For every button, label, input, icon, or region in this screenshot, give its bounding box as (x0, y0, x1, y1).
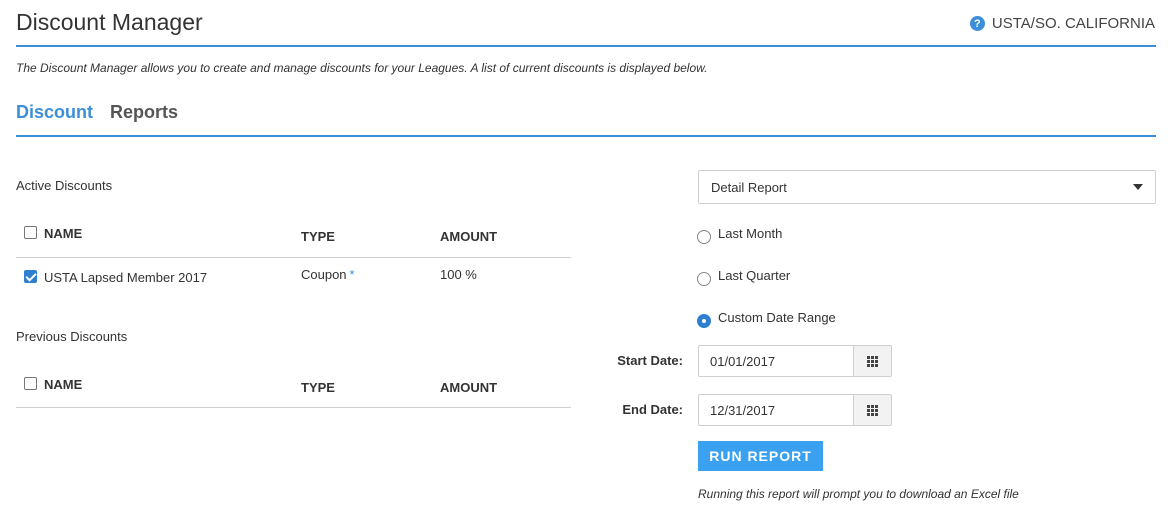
radio-selected-icon[interactable] (697, 313, 711, 328)
radio-circle-icon[interactable] (697, 229, 711, 244)
radio-custom-date-range-label: Custom Date Range (718, 310, 836, 325)
radio-last-month[interactable]: Last Month (697, 226, 783, 244)
active-col-type: TYPE (301, 229, 335, 244)
tabs-divider (16, 135, 1156, 137)
discount-amount: 100 % (440, 267, 477, 282)
radio-last-month-label: Last Month (718, 226, 783, 241)
discount-name[interactable]: USTA Lapsed Member 2017 (44, 270, 207, 285)
discount-type: Coupon * (301, 267, 355, 282)
radio-circle-icon[interactable] (697, 271, 711, 286)
previous-discounts-label: Previous Discounts (16, 329, 128, 344)
discount-type-text: Coupon (301, 267, 347, 282)
calendar-grid-icon (867, 355, 878, 367)
report-type-value: Detail Report (711, 179, 787, 195)
active-select-all-checkbox[interactable] (24, 226, 37, 239)
previous-select-all-checkbox[interactable] (24, 377, 37, 390)
header-divider (16, 45, 1156, 47)
previous-col-amount: AMOUNT (440, 380, 498, 395)
caret-down-icon (1133, 184, 1143, 190)
organization-name: USTA/SO. CALIFORNIA (991, 15, 1155, 32)
start-date-label: Start Date: (617, 353, 683, 368)
end-date-calendar-button[interactable] (853, 394, 892, 426)
calendar-grid-icon (867, 404, 878, 416)
active-header-divider (16, 257, 571, 258)
report-note: Running this report will prompt you to d… (698, 487, 1019, 501)
radio-custom-date-range[interactable]: Custom Date Range (697, 310, 836, 328)
run-report-button[interactable]: RUN REPORT (698, 441, 823, 471)
tab-reports[interactable]: Reports (110, 102, 178, 123)
page-description: The Discount Manager allows you to creat… (16, 61, 708, 75)
radio-last-quarter[interactable]: Last Quarter (697, 268, 791, 286)
report-type-select[interactable]: Detail Report (698, 170, 1156, 204)
previous-col-name: NAME (44, 377, 83, 392)
tab-discount[interactable]: Discount (16, 102, 93, 123)
radio-last-quarter-label: Last Quarter (718, 268, 791, 283)
help-icon[interactable]: ? (969, 16, 985, 31)
start-date-input[interactable] (698, 345, 853, 377)
organization-label: ? USTA/SO. CALIFORNIA (969, 15, 1155, 32)
page-title: Discount Manager (16, 9, 203, 35)
previous-header-divider (16, 407, 571, 408)
active-discounts-label: Active Discounts (16, 178, 113, 193)
discount-type-marker: * (349, 267, 355, 282)
discount-row-checkbox[interactable] (24, 270, 37, 283)
previous-col-type: TYPE (301, 380, 335, 395)
end-date-input[interactable] (698, 394, 853, 426)
end-date-label: End Date: (622, 402, 683, 417)
active-col-amount: AMOUNT (440, 229, 498, 244)
active-col-name: NAME (44, 226, 83, 241)
start-date-calendar-button[interactable] (853, 345, 892, 377)
